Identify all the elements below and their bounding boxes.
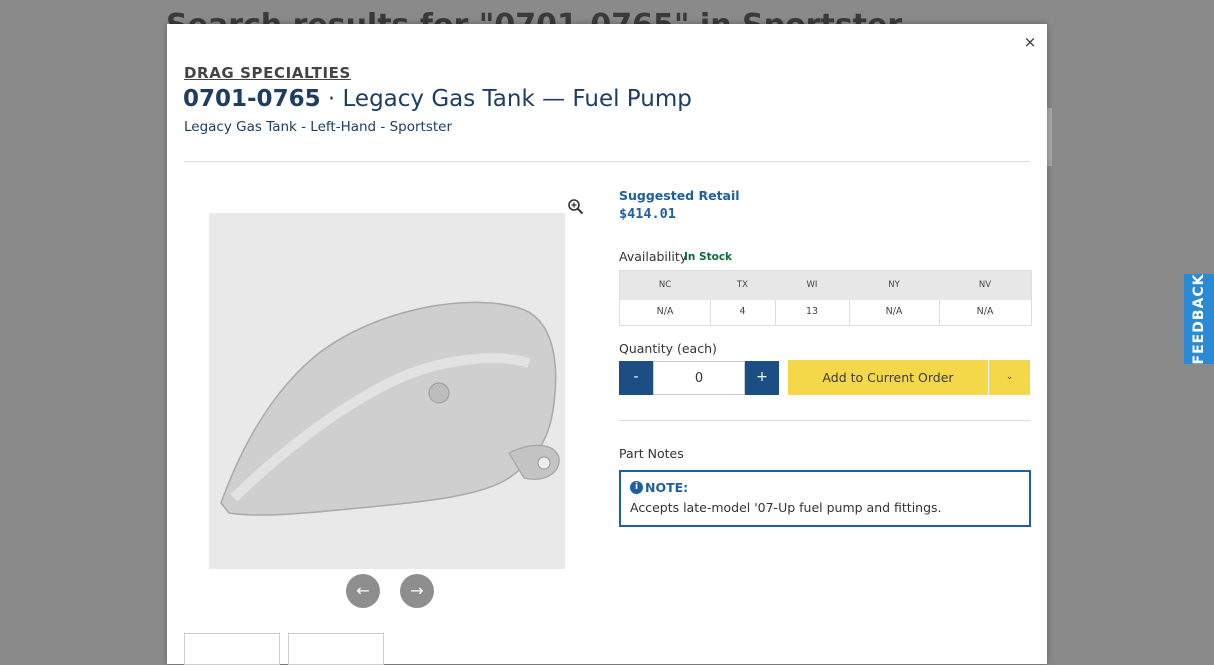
warehouse-qty: N/A [976,306,994,317]
warehouse-qty: N/A [885,306,903,317]
feedback-label: FEEDBACK [1191,273,1207,365]
warehouse-stock-table: NC TX WI NY NV N/A 4 13 N/A N/A [619,270,1032,326]
product-subtitle: Legacy Gas Tank - Left-Hand - Sportster [184,119,453,135]
title-separator: · [320,86,343,112]
product-image[interactable] [209,213,565,569]
product-modal: × DRAG SPECIALTIES 0701-0765 · Legacy Ga… [167,24,1047,665]
chevron-down-icon: ⌄ [1005,372,1014,382]
quantity-input[interactable] [653,361,745,395]
info-icon: i [630,481,643,494]
warehouse-code: TX [736,280,748,290]
quantity-increase-button[interactable]: + [745,361,779,395]
note-title: NOTE: [645,480,689,495]
gallery-next-button[interactable]: → [400,574,434,608]
warehouse-code: WI [806,280,818,290]
warehouse-qty: 4 [739,306,746,317]
warehouse-qty: N/A [656,306,674,317]
suggested-retail-price: $414.01 [619,206,676,222]
part-number: 0701-0765 [183,86,321,112]
suggested-retail-label: Suggested Retail [619,188,740,203]
order-dropdown-button[interactable]: ⌄ [989,360,1030,395]
part-notes-label: Part Notes [619,446,684,461]
warehouse-code: NV [978,280,992,290]
gallery-prev-button[interactable]: ← [346,574,380,608]
close-button[interactable]: × [1022,34,1038,50]
zoom-in-icon[interactable] [567,198,585,216]
brand-link[interactable]: DRAG SPECIALTIES [184,64,351,82]
stock-status-badge: In Stock [684,251,733,263]
product-name: Legacy Gas Tank — Fuel Pump [342,86,692,112]
header-divider [184,161,1030,162]
part-note-box: i NOTE: Accepts late-model '07-Up fuel p… [619,470,1031,527]
quantity-decrease-button[interactable]: - [619,361,653,395]
warehouse-code: NY [888,280,900,290]
warehouse-qty: 13 [805,306,819,317]
quantity-label: Quantity (each) [619,341,717,356]
product-title: 0701-0765 · Legacy Gas Tank — Fuel Pump [183,86,692,112]
availability-label: Availability [619,249,688,264]
warehouse-code: NC [658,280,672,290]
feedback-tab[interactable]: FEEDBACK [1184,274,1214,364]
note-text: Accepts late-model '07-Up fuel pump and … [630,500,942,515]
section-divider [619,420,1030,421]
add-to-current-order-button[interactable]: Add to Current Order [788,360,988,395]
